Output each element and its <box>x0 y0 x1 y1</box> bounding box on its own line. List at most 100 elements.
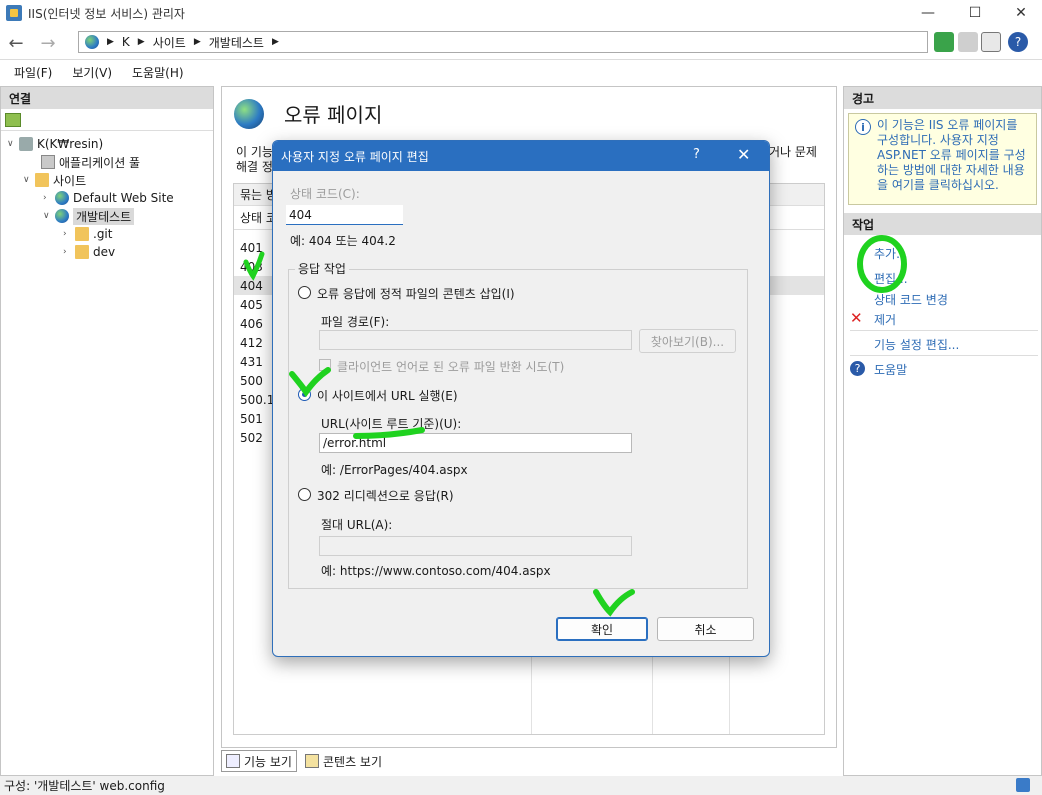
file-path-label: 파일 경로(F): <box>321 315 390 329</box>
menu-view[interactable]: 보기(V) <box>66 64 118 81</box>
dialog-title-bar: 사용자 지정 오류 페이지 편집 ? ✕ <box>273 141 769 171</box>
status-code-example: 예: 404 또는 404.2 <box>290 234 396 248</box>
alert-text[interactable]: 이 기능은 IIS 오류 페이지를 구성합니다. 사용자 지정 ASP.NET … <box>877 118 1026 192</box>
browse-button[interactable]: 찾아보기(B)... <box>639 329 736 353</box>
page-title: 오류 페이지 <box>284 103 383 127</box>
menu-bar: 파일(F) 보기(V) 도움말(H) <box>0 60 1042 84</box>
error-pages-icon <box>234 99 264 129</box>
connections-toolbar <box>1 109 213 131</box>
breadcrumb-item[interactable]: 사이트 <box>153 34 186 51</box>
app-pool-icon <box>41 155 55 169</box>
back-arrow-icon: ← <box>8 32 24 54</box>
chevron-down-icon[interactable]: ∨ <box>23 175 35 185</box>
action-edit-feature-settings[interactable]: 기능 설정 편집... <box>874 336 959 353</box>
try-localized-label[interactable]: 클라이언트 언어로 된 오류 파일 반환 시도(T) <box>337 358 564 375</box>
title-bar: IIS(인터넷 정보 서비스) 관리자 — ☐ ✕ <box>0 0 1042 26</box>
globe-icon <box>55 209 69 223</box>
back-button[interactable]: ← <box>4 31 28 55</box>
action-help[interactable]: 도움말 <box>874 361 907 378</box>
alert-box[interactable]: i 이 기능은 IIS 오류 페이지를 구성합니다. 사용자 지정 ASP.NE… <box>848 113 1037 205</box>
menu-file[interactable]: 파일(F) <box>8 64 58 81</box>
connections-header: 연결 <box>1 87 213 109</box>
ok-button[interactable]: 확인 <box>556 617 648 641</box>
new-connection-icon[interactable] <box>5 112 21 127</box>
chevron-right-icon: ▶ <box>193 37 201 47</box>
tree-node-sites[interactable]: ∨ 사이트 <box>23 171 86 189</box>
dialog-title: 사용자 지정 오류 페이지 편집 <box>281 149 429 164</box>
help-icon: ? <box>850 361 865 376</box>
alerts-header: 경고 <box>844 87 1041 109</box>
address-input[interactable]: ▶ K ▶ 사이트 ▶ 개발테스트 ▶ <box>78 31 928 53</box>
dialog-close-icon[interactable]: ✕ <box>737 145 750 164</box>
tab-content-view[interactable]: 콘텐츠 보기 <box>301 750 386 772</box>
radio-static-file-label[interactable]: 오류 응답에 정적 파일의 콘텐츠 삽입(I) <box>317 285 515 302</box>
menu-help[interactable]: 도움말(H) <box>126 64 190 81</box>
radio-redirect[interactable] <box>298 488 311 501</box>
breadcrumb-item[interactable]: K <box>122 35 130 49</box>
features-view-icon <box>226 754 240 768</box>
tree-node-app-pools[interactable]: 애플리케이션 풀 <box>29 153 140 171</box>
action-edit[interactable]: 편집... <box>874 270 908 287</box>
status-bar: 구성: '개발테스트' web.config <box>0 776 1042 795</box>
address-bar: ← → ▶ K ▶ 사이트 ▶ 개발테스트 ▶ ? <box>0 26 1042 60</box>
info-icon: i <box>855 119 871 135</box>
chevron-right-icon: ▶ <box>271 37 279 47</box>
url-label: URL(사이트 루트 기준)(U): <box>321 417 462 431</box>
edit-custom-error-page-dialog: 사용자 지정 오류 페이지 편집 ? ✕ 상태 코드(C): 404 예: 40… <box>272 140 770 657</box>
status-code-field: 404 <box>286 205 403 225</box>
chevron-down-icon[interactable]: ∨ <box>43 211 55 221</box>
cancel-button[interactable]: 취소 <box>657 617 754 641</box>
action-change-status-code[interactable]: 상태 코드 변경 <box>874 291 948 308</box>
radio-redirect-label[interactable]: 302 리디렉션으로 응답(R) <box>317 487 454 504</box>
file-path-input[interactable] <box>319 330 632 350</box>
tree-node-git[interactable]: › .git <box>63 225 112 243</box>
iis-app-icon <box>6 5 22 21</box>
response-action-label: 응답 작업 <box>295 260 349 277</box>
folder-icon <box>35 173 49 187</box>
chevron-right-icon[interactable]: › <box>43 193 55 203</box>
tree-node-dev-test[interactable]: ∨ 개발테스트 <box>43 207 135 225</box>
radio-static-file[interactable] <box>298 286 311 299</box>
url-example: 예: /ErrorPages/404.aspx <box>321 463 468 477</box>
close-window-button[interactable]: ✕ <box>998 0 1042 26</box>
url-input[interactable]: /error.html <box>319 433 632 453</box>
absolute-url-label: 절대 URL(A): <box>321 518 393 532</box>
actions-header: 작업 <box>844 213 1041 235</box>
connections-tree: ∨ K(K₩resin) 애플리케이션 풀 ∨ 사이트 › Default We… <box>1 131 213 259</box>
actions-panel: 경고 i 이 기능은 IIS 오류 페이지를 구성합니다. 사용자 지정 ASP… <box>843 86 1042 776</box>
network-status-icon <box>1016 778 1030 792</box>
globe-icon <box>55 191 69 205</box>
minimize-button[interactable]: — <box>905 0 951 26</box>
help-icon[interactable]: ? <box>1008 32 1028 52</box>
try-localized-checkbox[interactable] <box>319 359 331 371</box>
chevron-right-icon: ▶ <box>107 37 114 47</box>
radio-execute-url[interactable] <box>298 388 311 401</box>
maximize-button[interactable]: ☐ <box>952 0 998 26</box>
forward-arrow-icon: → <box>40 32 56 54</box>
action-add[interactable]: 추가... <box>874 245 908 262</box>
status-code-label: 상태 코드(C): <box>290 187 360 201</box>
chevron-right-icon[interactable]: › <box>63 229 75 239</box>
view-tabs: 기능 보기 콘텐츠 보기 <box>221 749 390 773</box>
breadcrumb-item[interactable]: 개발테스트 <box>209 34 264 51</box>
tree-node-server[interactable]: ∨ K(K₩resin) <box>7 135 103 153</box>
tree-node-dev[interactable]: › dev <box>63 243 115 261</box>
dialog-help-button[interactable]: ? <box>693 147 700 162</box>
refresh-icon[interactable] <box>934 32 954 52</box>
tree-node-default-web-site[interactable]: › Default Web Site <box>43 189 174 207</box>
action-remove[interactable]: 제거 <box>874 311 896 328</box>
connections-panel: 연결 ∨ K(K₩resin) 애플리케이션 풀 ∨ 사이트 › Default… <box>0 86 214 776</box>
window-title: IIS(인터넷 정보 서비스) 관리자 <box>28 6 185 21</box>
absolute-url-input[interactable] <box>319 536 632 556</box>
chevron-right-icon: ▶ <box>137 37 145 47</box>
tab-features-view[interactable]: 기능 보기 <box>221 750 297 772</box>
home-icon[interactable] <box>981 32 1001 52</box>
stop-icon[interactable] <box>958 32 978 52</box>
server-icon <box>19 137 33 151</box>
chevron-down-icon[interactable]: ∨ <box>7 139 19 149</box>
forward-button[interactable]: → <box>36 31 60 55</box>
chevron-right-icon[interactable]: › <box>63 247 75 257</box>
radio-execute-url-label[interactable]: 이 사이트에서 URL 실행(E) <box>317 387 458 404</box>
folder-icon <box>75 245 89 259</box>
remove-icon: ✕ <box>850 309 863 327</box>
